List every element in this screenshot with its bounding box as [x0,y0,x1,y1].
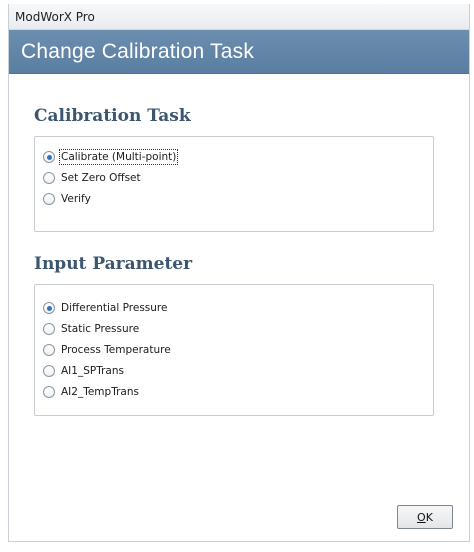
radio-checked-icon[interactable] [43,151,55,163]
radio-label: Differential Pressure [61,302,168,314]
ok-button[interactable]: OK [397,505,453,529]
dialog-title: Change Calibration Task [21,39,255,63]
radio-unchecked-icon[interactable] [43,323,55,335]
radio-label: Calibrate (Multi-point) [58,149,179,165]
radio-unchecked-icon[interactable] [43,365,55,377]
radio-calibrate-multipoint[interactable]: Calibrate (Multi-point) [43,148,179,166]
dialog-content: Calibration Task Calibrate (Multi-point)… [9,74,469,542]
radio-label: Set Zero Offset [61,172,141,184]
radio-label: Process Temperature [61,344,171,356]
ok-mnemonic: O [417,510,426,524]
radio-unchecked-icon[interactable] [43,193,55,205]
app-title: ModWorX Pro [15,9,95,24]
radio-verify[interactable]: Verify [43,190,92,208]
radio-process-temperature[interactable]: Process Temperature [43,341,172,359]
radio-label: Static Pressure [61,323,140,335]
radio-unchecked-icon[interactable] [43,344,55,356]
input-parameter-group: Differential Pressure Static Pressure Pr… [34,284,434,416]
radio-label: AI1_SPTrans [61,365,124,377]
calibration-task-group: Calibrate (Multi-point) Set Zero Offset … [34,136,434,232]
radio-unchecked-icon[interactable] [43,172,55,184]
radio-static-pressure[interactable]: Static Pressure [43,320,140,338]
radio-ai2-temptrans[interactable]: AI2_TempTrans [43,383,140,401]
radio-label: Verify [61,193,91,205]
calibration-task-heading: Calibration Task [34,106,191,126]
input-parameter-heading: Input Parameter [34,254,193,274]
header-banner: Change Calibration Task [9,30,469,74]
radio-differential-pressure[interactable]: Differential Pressure [43,299,168,317]
radio-set-zero-offset[interactable]: Set Zero Offset [43,169,142,187]
ok-label-rest: K [425,510,433,524]
title-bar[interactable]: ModWorX Pro [9,4,469,30]
dialog-window: ModWorX Pro Change Calibration Task Cali… [8,4,470,542]
radio-label: AI2_TempTrans [61,386,139,398]
radio-ai1-sptrans[interactable]: AI1_SPTrans [43,362,125,380]
radio-unchecked-icon[interactable] [43,386,55,398]
radio-checked-icon[interactable] [43,302,55,314]
